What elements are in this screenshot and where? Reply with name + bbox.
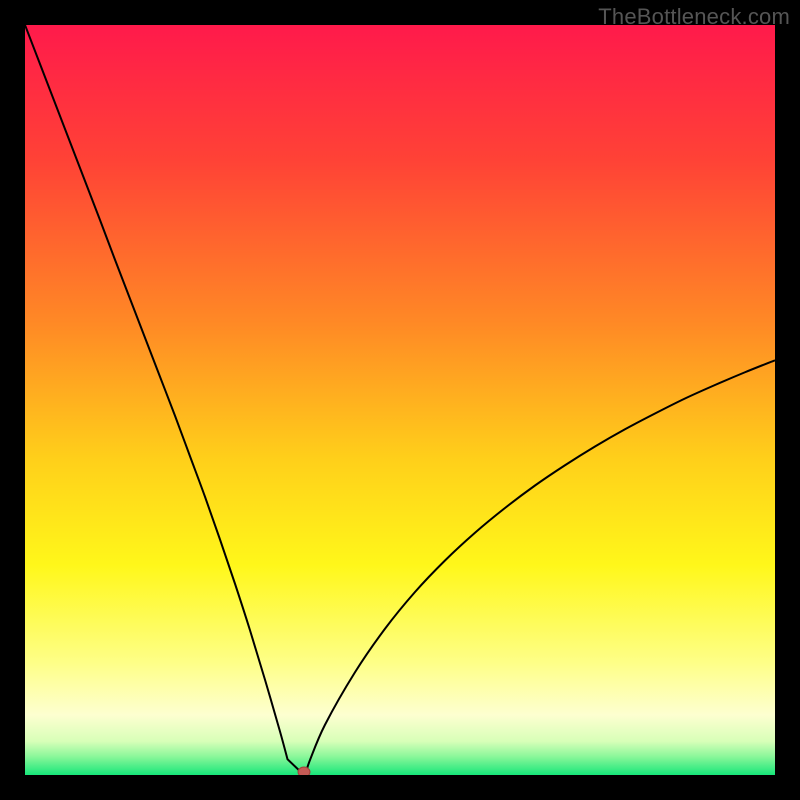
gradient-background	[25, 25, 775, 775]
optimal-point-marker	[298, 767, 310, 775]
bottleneck-chart	[25, 25, 775, 775]
chart-container: TheBottleneck.com	[0, 0, 800, 800]
